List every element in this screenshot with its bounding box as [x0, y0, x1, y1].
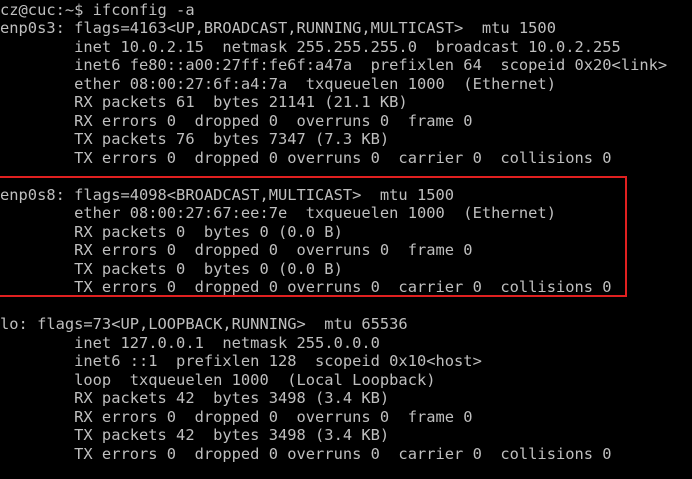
enp0s3-tx-packets-line: TX packets 76 bytes 7347 (7.3 KB): [0, 130, 390, 148]
enp0s3-rx-errors-line: RX errors 0 dropped 0 overruns 0 frame 0: [0, 112, 473, 130]
lo-tx-errors-line: TX errors 0 dropped 0 overruns 0 carrier…: [0, 445, 612, 463]
enp0s3-rx-packets-line: RX packets 61 bytes 21141 (21.1 KB): [0, 93, 408, 111]
lo-inet6-line: inet6 ::1 prefixlen 128 scopeid 0x10<hos…: [0, 352, 482, 370]
lo-rx-errors-line: RX errors 0 dropped 0 overruns 0 frame 0: [0, 408, 473, 426]
lo-inet-line: inet 127.0.0.1 netmask 255.0.0.0: [0, 334, 380, 352]
lo-rx-packets-line: RX packets 42 bytes 3498 (3.4 KB): [0, 389, 390, 407]
enp0s3-ether-line: ether 08:00:27:6f:a4:7a txqueuelen 1000 …: [0, 75, 556, 93]
enp0s3-header-line: enp0s3: flags=4163<UP,BROADCAST,RUNNING,…: [0, 19, 556, 37]
terminal-window[interactable]: cz@cuc:~$ ifconfig -a enp0s3: flags=4163…: [0, 0, 692, 479]
enp0s3-inet-line: inet 10.0.2.15 netmask 255.255.255.0 bro…: [0, 38, 621, 56]
enp0s3-inet6-line: inet6 fe80::a00:27ff:fe6f:a47a prefixlen…: [0, 56, 668, 74]
terminal-prompt-line: cz@cuc:~$ ifconfig -a: [0, 1, 195, 19]
lo-loop-line: loop txqueuelen 1000 (Local Loopback): [0, 371, 436, 389]
lo-header-line: lo: flags=73<UP,LOOPBACK,RUNNING> mtu 65…: [0, 315, 408, 333]
lo-tx-packets-line: TX packets 42 bytes 3498 (3.4 KB): [0, 426, 390, 444]
enp0s3-tx-errors-line: TX errors 0 dropped 0 overruns 0 carrier…: [0, 149, 612, 167]
enp0s8-highlight-box: [0, 176, 627, 297]
